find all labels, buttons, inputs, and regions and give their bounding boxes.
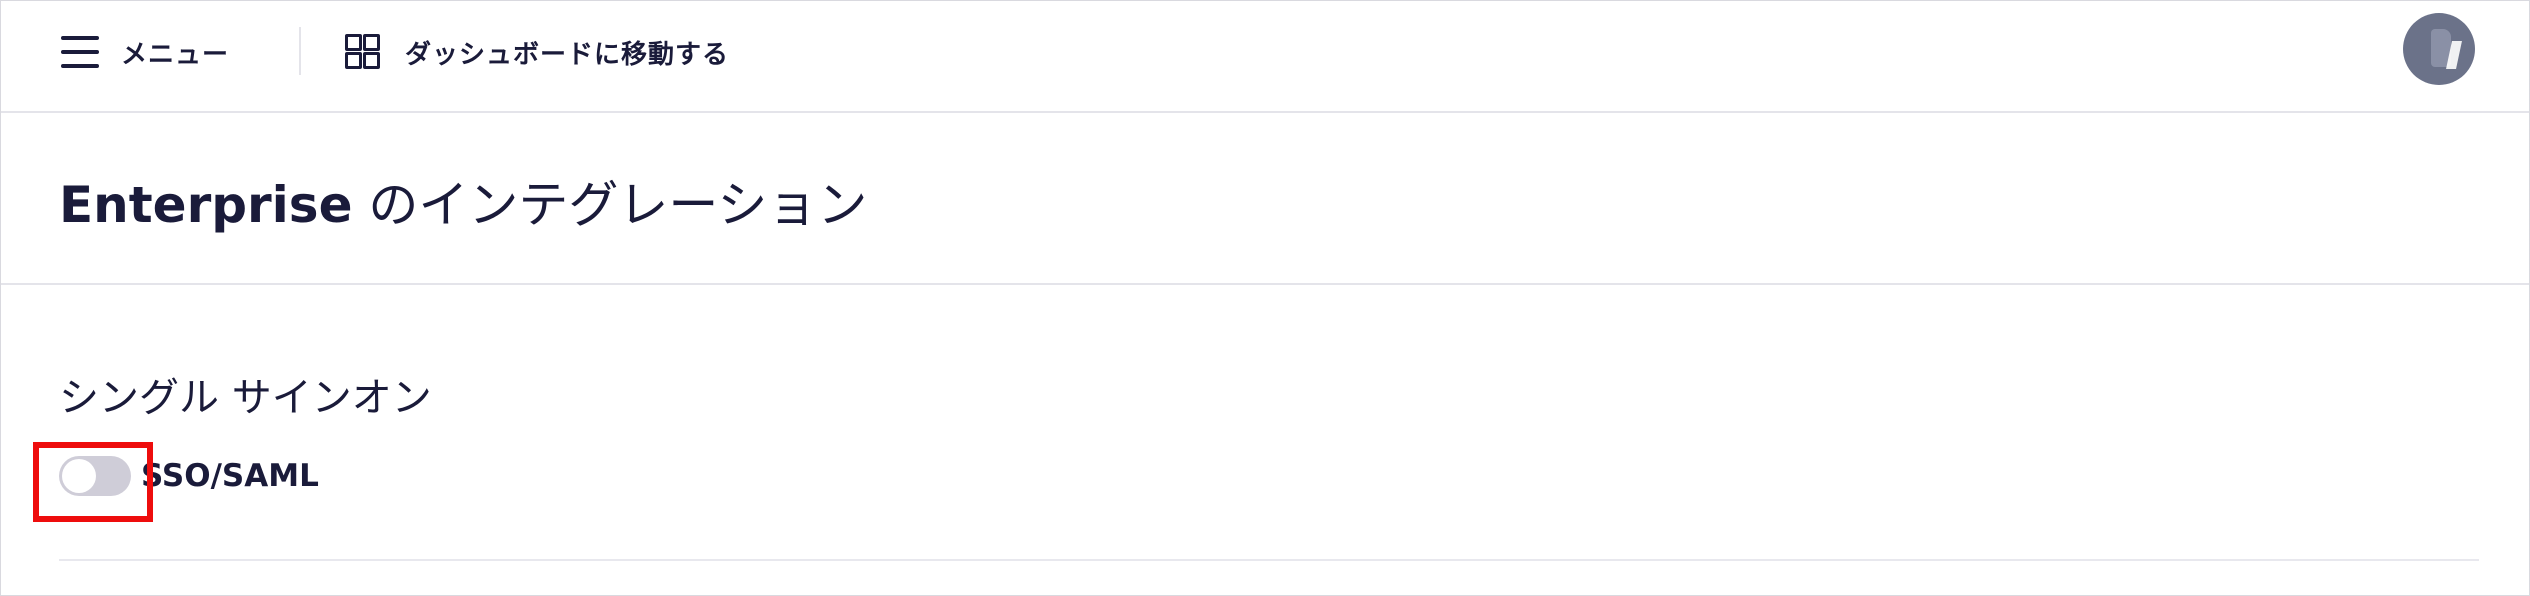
section-divider (59, 559, 2479, 561)
menu-button[interactable]: メニュー (61, 21, 229, 83)
toggle-knob (62, 459, 96, 493)
top-navigation-bar: メニュー ダッシュボードに移動する (1, 1, 2529, 113)
app-window: メニュー ダッシュボードに移動する Enterprise のインテグレーション … (0, 0, 2530, 596)
page-title-suffix: のインテグレーション (352, 176, 868, 234)
go-to-dashboard-button[interactable]: ダッシュボードに移動する (345, 21, 729, 83)
page-title-brand: Enterprise (59, 176, 353, 234)
sso-saml-setting: SSO/SAML (59, 453, 319, 499)
section-title-single-sign-on: シングル サインオン (59, 375, 432, 421)
dashboard-label: ダッシュボードに移動する (405, 39, 730, 70)
page-title: Enterprise のインテグレーション (59, 165, 867, 237)
sso-saml-toggle[interactable] (59, 456, 131, 496)
hamburger-icon (61, 36, 99, 68)
menu-label: メニュー (121, 39, 230, 70)
nav-divider (299, 27, 301, 75)
page-header: Enterprise のインテグレーション (1, 113, 2529, 285)
sso-saml-label: SSO/SAML (141, 458, 319, 494)
grid-icon (345, 34, 381, 70)
user-avatar[interactable] (2403, 13, 2475, 85)
